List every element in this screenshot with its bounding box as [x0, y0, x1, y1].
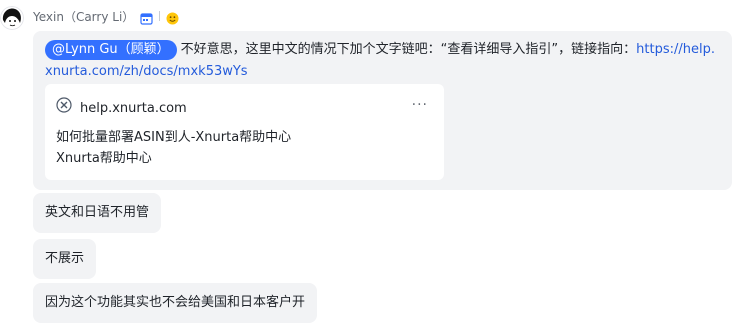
message-text: 不好意思，这里中文的情况下加个文字链吧：“查看详细导入指引”，链接指向：: [180, 42, 637, 57]
avatar-image: [0, 6, 24, 30]
mention-tag[interactable]: @Lynn Gu（顾颖）: [45, 40, 177, 60]
message-text: 因为这个功能其实也不会给美国和日本客户开: [45, 295, 306, 310]
more-options-icon[interactable]: ···: [412, 94, 428, 116]
message-header: Yexin（Carry Li）: [33, 8, 179, 25]
header-divider: [159, 11, 161, 21]
message-bubble: 英文和日语不用管: [33, 193, 162, 233]
link-card-title[interactable]: 如何批量部署ASIN到人-Xnurta帮助中心: [56, 127, 291, 149]
link-card-domain: help.xnurta.com: [80, 101, 187, 116]
sender-name[interactable]: Yexin（Carry Li）: [33, 8, 134, 25]
link-preview-card[interactable]: help.xnurta.com ··· 如何批量部署ASIN到人-Xnurta帮…: [45, 84, 444, 180]
emoji-icon[interactable]: [166, 10, 179, 24]
site-favicon-icon: [56, 97, 72, 121]
link-card-subtitle: Xnurta帮助中心: [56, 151, 152, 166]
message-text: 不展示: [45, 251, 85, 266]
message-text: 英文和日语不用管: [45, 205, 150, 220]
message-bubble: 因为这个功能其实也不会给美国和日本客户开: [33, 283, 318, 323]
link-card-header: help.xnurta.com: [56, 97, 187, 121]
message-bubble: @Lynn Gu（顾颖） 不好意思，这里中文的情况下加个文字链吧：“查看详细导入指…: [33, 31, 732, 190]
message-text-block: @Lynn Gu（顾颖） 不好意思，这里中文的情况下加个文字链吧：“查看详细导入指…: [45, 39, 717, 83]
calendar-icon[interactable]: [140, 10, 153, 25]
message-bubble: 不展示: [33, 239, 97, 279]
avatar[interactable]: [0, 6, 24, 30]
